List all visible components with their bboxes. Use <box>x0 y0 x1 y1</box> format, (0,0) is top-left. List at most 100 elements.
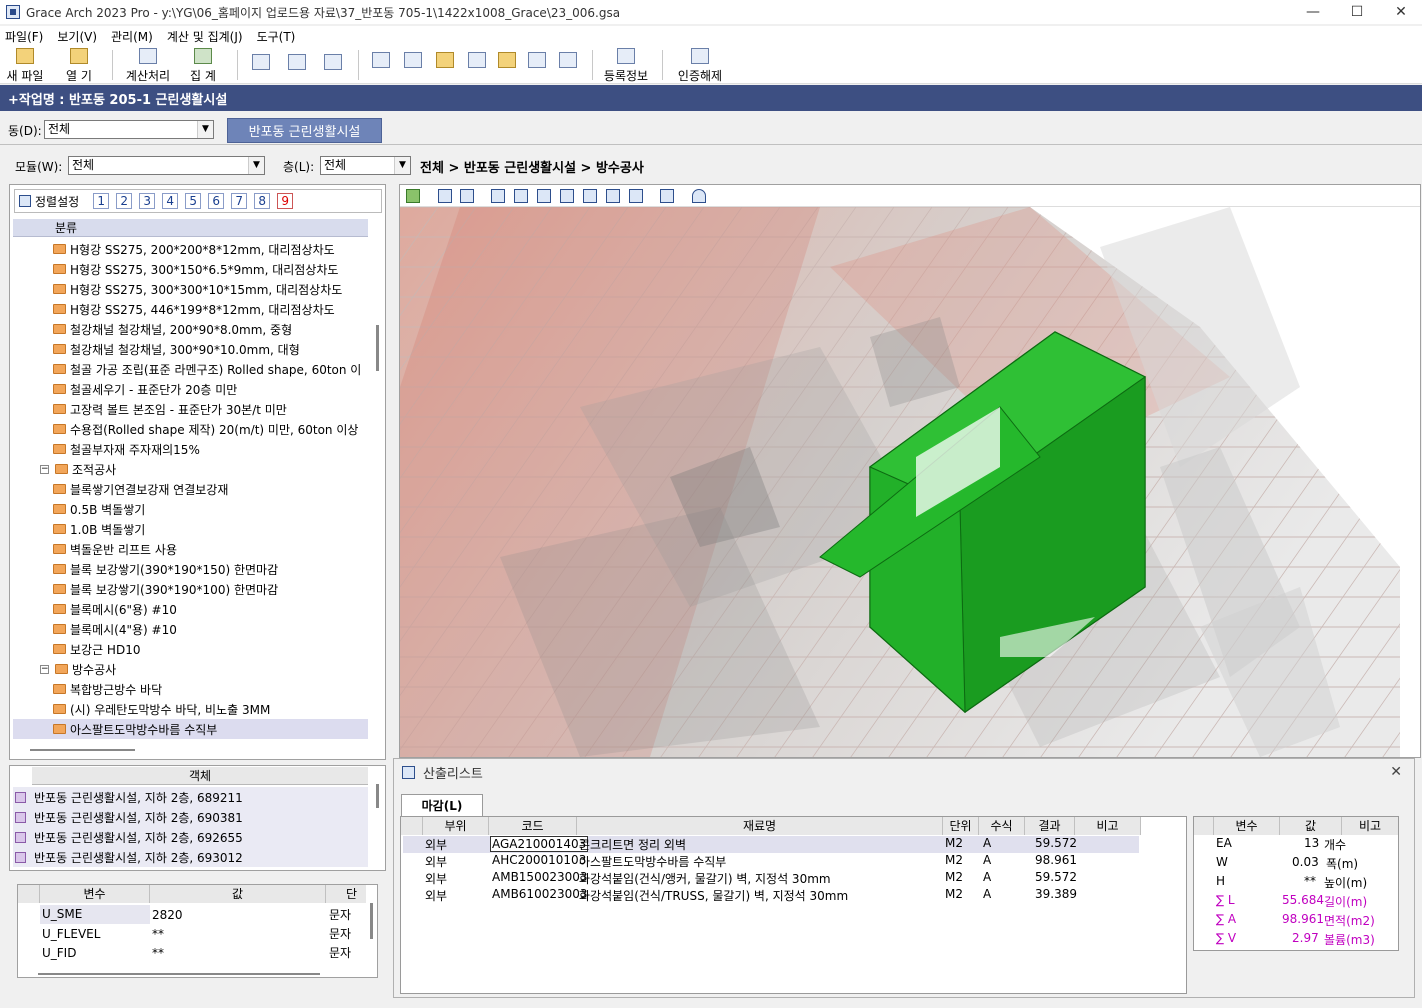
tool-6-button[interactable] <box>526 52 548 71</box>
calc-row[interactable]: 외부 AMB150023003 화강석붙임(건식/앵커, 물갈기) 벽, 지정석… <box>403 870 1139 887</box>
tree-item[interactable]: H형강 SS275, 300*150*6.5*9mm, 대리점상차도 <box>13 259 368 279</box>
summary-row[interactable]: W 0.03 폭(m) <box>1194 855 1398 874</box>
properties-icon[interactable] <box>460 189 474 203</box>
tree-scrollbar[interactable] <box>376 325 379 371</box>
rotate-icon[interactable] <box>438 189 452 203</box>
tool-2-button[interactable] <box>402 52 424 71</box>
preview-button[interactable] <box>250 54 272 73</box>
tree-item[interactable]: 1.0B 벽돌쌓기 <box>13 519 368 539</box>
register-info-button[interactable]: 등록정보 <box>600 48 652 84</box>
calc-button[interactable]: 계산처리 <box>122 48 174 84</box>
tree-item[interactable]: (시) 우레탄도막방수 바닥, 비노출 3MM <box>13 699 368 719</box>
dong-select[interactable]: 전체 ▼ <box>44 120 214 139</box>
tree-group-waterproof[interactable]: − 방수공사 <box>13 659 368 679</box>
object-row[interactable]: 반포동 근린생활시설, 지하 2층, 692655 <box>13 827 368 847</box>
tree-group-masonry[interactable]: − 조적공사 <box>13 459 368 479</box>
tree-item[interactable]: H형강 SS275, 200*200*8*12mm, 대리점상차도 <box>13 239 368 259</box>
tree-item[interactable]: 블록 보강쌓기(390*190*150) 한면마감 <box>13 559 368 579</box>
tree-item[interactable]: 0.5B 벽돌쌓기 <box>13 499 368 519</box>
view-iso-icon[interactable] <box>629 189 643 203</box>
tool-7-button[interactable] <box>557 52 579 71</box>
list-icon[interactable] <box>660 189 674 203</box>
view-bottom-icon[interactable] <box>606 189 620 203</box>
tree-item[interactable]: H형강 SS275, 446*199*8*12mm, 대리점상차도 <box>13 299 368 319</box>
sort-level-9[interactable]: 9 <box>277 193 294 209</box>
menu-view[interactable]: 보기(V) <box>57 28 97 45</box>
close-icon[interactable]: ✕ <box>1390 764 1402 780</box>
minimize-button[interactable]: — <box>1290 0 1336 24</box>
tool-4-button[interactable] <box>466 52 488 71</box>
tree-item[interactable]: 고장력 볼트 본조임 - 표준단가 30본/t 미만 <box>13 399 368 419</box>
calc-row-selected[interactable]: 외부 AGA210001403 콘크리트면 정리 외벽 M2 A 59.572 <box>403 836 1139 853</box>
print-button[interactable] <box>322 54 344 73</box>
sort-level-4[interactable]: 4 <box>162 193 179 209</box>
view-top-icon[interactable] <box>583 189 597 203</box>
tree-item[interactable]: 철골부자재 주자재의15% <box>13 439 368 459</box>
summary-row[interactable]: H ** 높이(m) <box>1194 874 1398 893</box>
calc-row[interactable]: 외부 AMB610023003 화강석붙임(건식/TRUSS, 물갈기) 벽, … <box>403 887 1139 904</box>
maximize-button[interactable]: ☐ <box>1334 0 1380 24</box>
sum-button[interactable]: 집 계 <box>182 48 224 84</box>
tree-item[interactable]: 철골세우기 - 표준단가 20층 미만 <box>13 379 368 399</box>
sort-label[interactable]: 정렬설정 <box>35 193 79 210</box>
tool-5-button[interactable] <box>496 52 518 71</box>
tab-finish[interactable]: 마감(L) <box>401 794 483 816</box>
summary-row[interactable]: ∑ V 2.97 볼륨(m3) <box>1194 931 1398 950</box>
menu-manage[interactable]: 관리(M) <box>111 28 153 45</box>
object-scrollbar[interactable] <box>376 784 379 808</box>
model-3d-viewport[interactable] <box>399 184 1421 758</box>
deauth-button[interactable]: 인증해제 <box>674 48 726 84</box>
sort-level-1[interactable]: 1 <box>93 193 110 209</box>
sort-level-3[interactable]: 3 <box>139 193 156 209</box>
summary-row[interactable]: ∑ L 55.684 길이(m) <box>1194 893 1398 912</box>
menu-file[interactable]: 파일(F) <box>5 28 43 45</box>
building-tab[interactable]: 반포동 근린생활시설 <box>227 118 382 143</box>
view-back-icon[interactable] <box>514 189 528 203</box>
var-row[interactable]: U_FLEVEL ** 문자 <box>18 924 376 943</box>
object-row[interactable]: 반포동 근린생활시설, 지하 2층, 693012 <box>13 847 368 867</box>
tree-item[interactable]: 복합방근방수 바닥 <box>13 679 368 699</box>
var-row[interactable]: U_FID ** 문자 <box>18 943 376 962</box>
tree-item[interactable]: 철강채널 철강채널, 300*90*10.0mm, 대형 <box>13 339 368 359</box>
close-button[interactable]: ✕ <box>1378 0 1422 24</box>
cloud-icon[interactable] <box>692 189 706 203</box>
sort-level-6[interactable]: 6 <box>208 193 225 209</box>
collapse-icon[interactable]: − <box>40 464 49 474</box>
zoom-button[interactable] <box>286 54 308 73</box>
tree-item[interactable]: 보강근 HD10 <box>13 639 368 659</box>
view-front-icon[interactable] <box>491 189 505 203</box>
tree-item-selected[interactable]: 아스팔트도막방수바름 수직부 <box>13 719 368 739</box>
module-select[interactable]: 전체 ▼ <box>68 156 265 175</box>
tool-3-button[interactable] <box>434 52 456 71</box>
new-file-button[interactable]: 새 파일 <box>4 48 46 84</box>
var-scrollbar[interactable] <box>370 903 373 939</box>
view-right-icon[interactable] <box>560 189 574 203</box>
summary-row[interactable]: ∑ A 98.961 면적(m2) <box>1194 912 1398 931</box>
collapse-icon[interactable]: − <box>40 664 49 674</box>
tree-item[interactable]: 수용접(Rolled shape 제작) 20(m/t) 미만, 60ton 이… <box>13 419 368 439</box>
tree-item[interactable]: 철골 가공 조립(표준 라멘구조) Rolled shape, 60ton 이 <box>13 359 368 379</box>
sort-level-8[interactable]: 8 <box>254 193 271 209</box>
tree-item[interactable]: 블록 보강쌓기(390*190*100) 한면마감 <box>13 579 368 599</box>
object-row[interactable]: 반포동 근린생활시설, 지하 2층, 690381 <box>13 807 368 827</box>
summary-row[interactable]: EA 13 개수 <box>1194 836 1398 855</box>
tool-1-button[interactable] <box>370 52 392 71</box>
tree-item[interactable]: H형강 SS275, 300*300*10*15mm, 대리점상차도 <box>13 279 368 299</box>
tree-hscrollbar[interactable] <box>30 749 135 751</box>
tree-item[interactable]: 벽돌운반 리프트 사용 <box>13 539 368 559</box>
object-row[interactable]: 반포동 근린생활시설, 지하 2층, 689211 <box>13 787 368 807</box>
menu-calc[interactable]: 계산 및 집계(J) <box>167 28 243 45</box>
tree-item[interactable]: 블록메시(6"용) #10 <box>13 599 368 619</box>
model-icon[interactable] <box>406 189 420 203</box>
tree-item[interactable]: 철강채널 철강채널, 200*90*8.0mm, 중형 <box>13 319 368 339</box>
tree-item[interactable]: 블록메시(4"용) #10 <box>13 619 368 639</box>
var-row[interactable]: U_SME 2820 문자 <box>18 905 376 924</box>
sort-level-5[interactable]: 5 <box>185 193 202 209</box>
var-hscrollbar[interactable] <box>38 973 320 975</box>
sort-level-2[interactable]: 2 <box>116 193 133 209</box>
tree-item[interactable]: 블록쌓기연결보강재 연결보강재 <box>13 479 368 499</box>
open-button[interactable]: 열 기 <box>58 48 100 84</box>
view-left-icon[interactable] <box>537 189 551 203</box>
calc-row[interactable]: 외부 AHC200010103 아스팔트도막방수바름 수직부 M2 A 98.9… <box>403 853 1139 870</box>
menu-tools[interactable]: 도구(T) <box>257 28 296 45</box>
